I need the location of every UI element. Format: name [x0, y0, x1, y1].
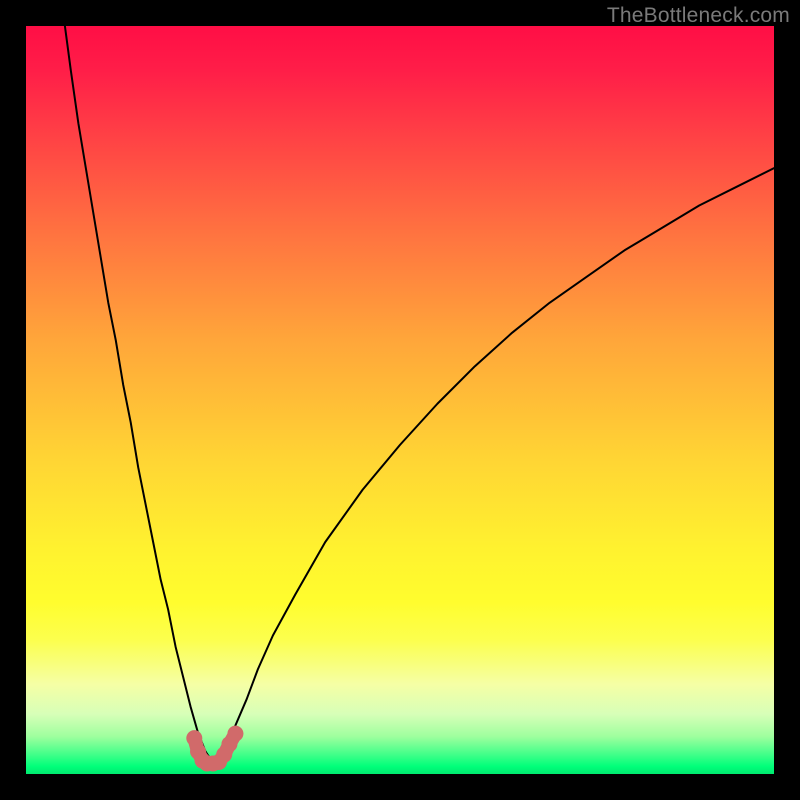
- bottleneck-curve: [65, 26, 774, 763]
- chart-svg: [26, 26, 774, 774]
- watermark-text: TheBottleneck.com: [607, 4, 790, 28]
- trough-highlight: [186, 726, 243, 772]
- chart-plot-area: [26, 26, 774, 774]
